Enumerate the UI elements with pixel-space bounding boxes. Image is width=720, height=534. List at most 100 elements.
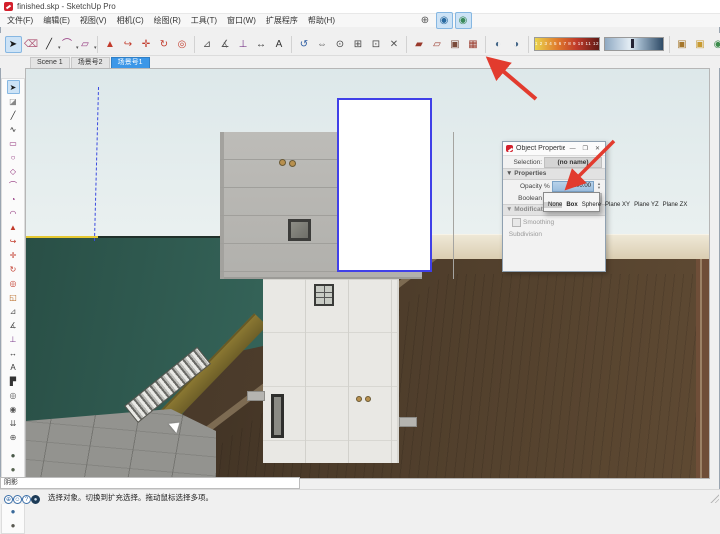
lt-arc2-icon[interactable]: ◠: [7, 206, 20, 220]
lt-rectangle-icon[interactable]: ▭: [7, 136, 20, 150]
globe-status-icon[interactable]: ●: [31, 495, 40, 504]
offset-tool-icon[interactable]: ◎: [174, 36, 191, 53]
dimension-icon[interactable]: ↔: [253, 36, 270, 53]
toolbar-separator: [528, 36, 529, 53]
lt-line-icon[interactable]: ╱: [7, 108, 20, 122]
menu-item-1[interactable]: 编辑(E): [38, 14, 75, 27]
section-fill-icon[interactable]: ▦: [465, 36, 482, 53]
scene-tab-0[interactable]: Scene 1: [30, 57, 70, 68]
pan-tool-icon[interactable]: ⇔: [314, 36, 331, 53]
lt-make-component-icon[interactable]: ◪: [7, 94, 20, 108]
lt-pie-icon[interactable]: ◔: [7, 192, 20, 206]
lt-plugin-icon-1[interactable]: ●: [7, 448, 20, 462]
arc-tool-icon[interactable]: ⌒▾: [59, 36, 76, 53]
lt-plugin-icon-2[interactable]: ●: [7, 462, 20, 476]
axes-icon[interactable]: ⊥: [235, 36, 252, 53]
menu-item-2[interactable]: 视图(V): [75, 14, 112, 27]
open-folder-icon[interactable]: ▣: [692, 36, 709, 53]
geolocation-status-icon[interactable]: ⊕: [4, 495, 13, 504]
text-tool-icon[interactable]: A: [271, 36, 288, 53]
lt-protractor-icon[interactable]: ∡: [7, 318, 20, 332]
zoom-extents-icon[interactable]: ⊡: [368, 36, 385, 53]
lt-3dtext-icon[interactable]: ▛: [7, 374, 20, 388]
move-tool-icon[interactable]: ✛: [138, 36, 155, 53]
smoothing-checkbox[interactable]: [512, 218, 521, 227]
boolean-option-1[interactable]: Box: [562, 202, 577, 208]
scene-tab-2[interactable]: 场景号1: [111, 57, 150, 68]
lt-plugin-icon-5[interactable]: ●: [7, 504, 20, 518]
tape-measure-icon[interactable]: ⊿: [199, 36, 216, 53]
lt-arc-icon[interactable]: ⌒: [7, 178, 20, 192]
boolean-option-4[interactable]: Plane YZ: [630, 202, 659, 208]
style-wireframe-icon[interactable]: ◑: [508, 36, 525, 53]
globe-icon[interactable]: ◉: [710, 36, 720, 53]
lt-text-icon[interactable]: A: [7, 360, 20, 374]
select-tool-icon[interactable]: ➤: [5, 36, 22, 53]
section-cut-icon[interactable]: ▣: [447, 36, 464, 53]
lt-select-icon[interactable]: ➤: [7, 80, 20, 94]
folder-icon[interactable]: ▣: [674, 36, 691, 53]
time-slider-handle[interactable]: [631, 39, 634, 48]
lt-walk-icon[interactable]: ⇊: [7, 416, 20, 430]
lt-move-icon[interactable]: ✛: [7, 248, 20, 262]
lt-circle-icon[interactable]: ○: [7, 150, 20, 164]
selected-white-plane[interactable]: [337, 98, 432, 272]
lt-look-around-icon[interactable]: ◉: [7, 402, 20, 416]
boolean-option-5[interactable]: Plane ZX: [659, 202, 688, 208]
boolean-option-3[interactable]: Plane XY: [601, 202, 630, 208]
rectangle-tool-icon[interactable]: ▱▾: [77, 36, 94, 53]
menu-item-3[interactable]: 相机(C): [112, 14, 149, 27]
style-shaded-icon[interactable]: ◐: [490, 36, 507, 53]
resize-grip[interactable]: [709, 493, 719, 503]
scene-tab-1[interactable]: 场景号2: [71, 57, 110, 68]
opacity-slider[interactable]: 100.00: [552, 181, 594, 192]
toggle-terrain-icon[interactable]: ◉: [455, 12, 472, 29]
lt-pushpull-icon[interactable]: ▲: [7, 220, 20, 234]
lt-scale-icon[interactable]: ◱: [7, 290, 20, 304]
eraser-tool-icon[interactable]: ⌫: [23, 36, 40, 53]
orbit-tool-icon[interactable]: ↺: [296, 36, 313, 53]
lt-position-camera-icon[interactable]: ◎: [7, 388, 20, 402]
lt-offset-icon[interactable]: ◎: [7, 276, 20, 290]
minimize-button[interactable]: —: [568, 146, 578, 152]
menu-item-4[interactable]: 绘图(R): [149, 14, 186, 27]
help-status-icon[interactable]: ?: [22, 495, 31, 504]
add-location-icon[interactable]: ◉: [436, 12, 453, 29]
shadow-date-slider[interactable]: 1 2 3 4 5 6 7 8 9 10 11 12: [534, 37, 600, 51]
lt-polygon-icon[interactable]: ◇: [7, 164, 20, 178]
menu-item-6[interactable]: 窗口(W): [222, 14, 261, 27]
opacity-spinner[interactable]: ▲▼: [596, 182, 602, 191]
lt-axes-icon[interactable]: ⊥: [7, 332, 20, 346]
boolean-option-0[interactable]: None: [544, 202, 562, 208]
lt-orbit-icon[interactable]: ⊕: [7, 430, 20, 444]
rotate-tool-icon[interactable]: ↻: [156, 36, 173, 53]
boolean-option-2[interactable]: Sphere: [578, 202, 601, 208]
zoom-window-icon[interactable]: ⊞: [350, 36, 367, 53]
dialog-title-bar[interactable]: Object Properties — ❒ ✕: [503, 142, 605, 156]
lt-plugin-icon-6[interactable]: ●: [7, 518, 20, 532]
menu-item-8[interactable]: 帮助(H): [303, 14, 340, 27]
line-tool-icon[interactable]: ╱▾: [41, 36, 58, 53]
maximize-button[interactable]: ❒: [581, 145, 590, 152]
followme-tool-icon[interactable]: ↪: [120, 36, 137, 53]
menu-item-7[interactable]: 扩展程序: [261, 14, 303, 27]
section-display-icon[interactable]: ▱: [429, 36, 446, 53]
section-plane-icon[interactable]: ▰: [411, 36, 428, 53]
shadow-time-slider[interactable]: [604, 37, 664, 51]
menu-item-5[interactable]: 工具(T): [186, 14, 222, 27]
lt-freehand-icon[interactable]: ∿: [7, 122, 20, 136]
lt-rotate-icon[interactable]: ↻: [7, 262, 20, 276]
lt-tape-icon[interactable]: ⊿: [7, 304, 20, 318]
properties-section-header[interactable]: ▼ Properties: [503, 168, 605, 180]
lt-dimension-icon[interactable]: ↔: [7, 346, 20, 360]
zoom-tool-icon[interactable]: ⊙: [332, 36, 349, 53]
close-button[interactable]: ✕: [593, 145, 602, 152]
menu-item-0[interactable]: 文件(F): [2, 14, 38, 27]
previous-view-icon[interactable]: ✕: [386, 36, 403, 53]
credit-status-icon[interactable]: ☺: [13, 495, 22, 504]
lt-followme-icon[interactable]: ↪: [7, 234, 20, 248]
pushpull-tool-icon[interactable]: ▲: [102, 36, 119, 53]
protractor-icon[interactable]: ∡: [217, 36, 234, 53]
geo-crosshair-icon[interactable]: ⊕: [417, 12, 434, 29]
3d-viewport[interactable]: [25, 68, 710, 479]
